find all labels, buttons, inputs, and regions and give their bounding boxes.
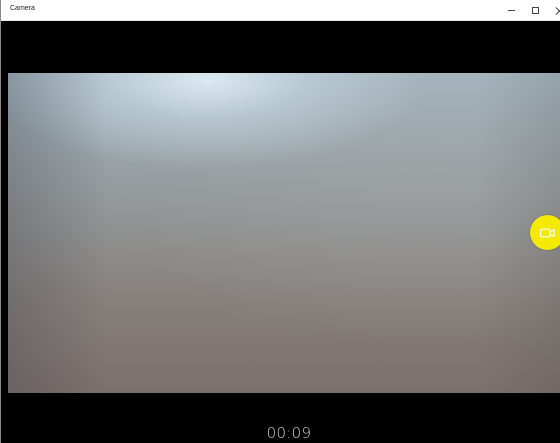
close-button[interactable] (547, 0, 560, 21)
camera-window: Camera 00:09 (0, 0, 560, 443)
maximize-button[interactable] (523, 0, 547, 21)
title-bar[interactable]: Camera (1, 0, 560, 21)
video-camera-icon (540, 228, 555, 238)
minimize-button[interactable] (499, 0, 523, 21)
preview-vignette (8, 73, 560, 393)
minimize-icon (507, 10, 515, 11)
window-title: Camera (10, 5, 35, 12)
close-icon (555, 7, 560, 15)
recording-timer: 00:09 (266, 424, 312, 442)
maximize-icon (531, 7, 539, 14)
camera-preview (8, 73, 560, 393)
record-video-button[interactable] (530, 215, 560, 250)
